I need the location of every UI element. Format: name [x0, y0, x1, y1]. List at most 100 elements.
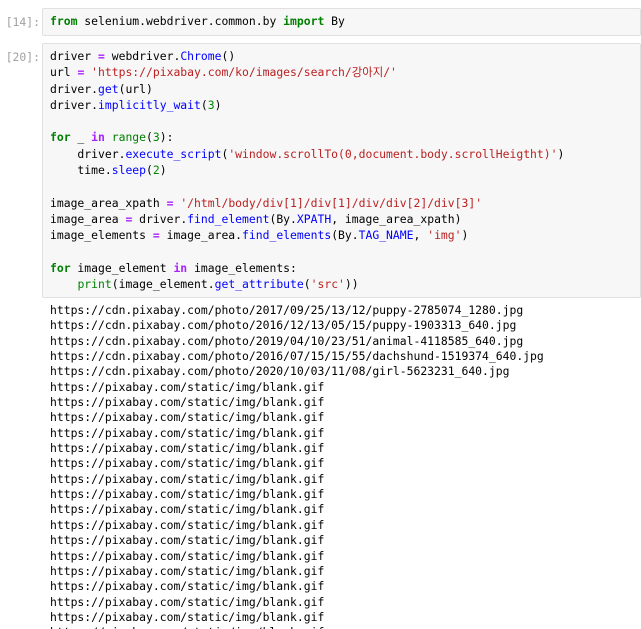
- code-editor[interactable]: driver = webdriver.Chrome() url = 'https:…: [50, 48, 640, 292]
- output-line: https://pixabay.com/static/img/blank.gif: [50, 425, 325, 440]
- code-token: , image_area_xpath): [331, 211, 462, 226]
- code-line: driver.get(url): [50, 81, 640, 97]
- code-token: image_elements: [50, 228, 153, 243]
- code-token: image_elements:: [187, 260, 297, 275]
- cell-prompt: [20]:: [5, 50, 40, 64]
- code-input[interactable]: from selenium.webdriver.common.by import…: [42, 8, 641, 36]
- code-token: .: [91, 81, 99, 96]
- code-token: image_area_xpath: [50, 195, 167, 210]
- code-token: (By: [269, 211, 291, 226]
- output-line: https://cdn.pixabay.com/photo/2016/12/13…: [50, 318, 517, 333]
- code-token: .: [104, 163, 112, 178]
- code-line: time.sleep(2): [50, 162, 640, 178]
- code-token: 'https://pixabay.com/ko/images/search/강아…: [91, 65, 397, 80]
- code-line: driver.execute_script('window.scrollTo(0…: [50, 146, 640, 162]
- code-token: import: [283, 14, 325, 28]
- code-token: driver: [50, 97, 92, 112]
- code-token: ):: [159, 130, 174, 145]
- code-line: image_elements = image_area.find_element…: [50, 227, 640, 243]
- code-token: ): [159, 163, 167, 178]
- code-line: driver.implicitly_wait(3): [50, 97, 640, 113]
- code-token: image_area: [159, 228, 236, 243]
- code-token: in: [173, 260, 188, 275]
- code-token: driver: [50, 146, 119, 161]
- code-token: sleep: [111, 163, 147, 178]
- code-line: print(image_element.get_attribute('src')…: [50, 276, 640, 292]
- output-line: https://pixabay.com/static/img/blank.gif: [50, 395, 325, 410]
- output-line: https://cdn.pixabay.com/photo/2019/04/10…: [50, 333, 524, 348]
- code-token: (url): [118, 81, 153, 96]
- code-token: driver: [132, 211, 181, 226]
- code-token: 3: [152, 130, 160, 145]
- code-line: url = 'https://pixabay.com/ko/images/sea…: [50, 64, 640, 80]
- code-editor[interactable]: from selenium.webdriver.common.by import…: [50, 13, 640, 29]
- code-token: '/html/body/div[1]/div[1]/div/div[2]/div…: [180, 195, 483, 210]
- output-line: https://pixabay.com/static/img/blank.gif: [50, 594, 325, 609]
- code-token: url: [50, 65, 78, 80]
- code-token: (: [303, 277, 311, 292]
- code-token: 3: [207, 97, 215, 112]
- output-line: https://pixabay.com/static/img/blank.gif: [50, 502, 325, 517]
- code-token: webdriver: [104, 49, 174, 63]
- code-token: (image_element: [111, 277, 208, 292]
- code-line: image_area = driver.find_element(By.XPAT…: [50, 211, 640, 227]
- output-line: https://cdn.pixabay.com/photo/2020/10/03…: [50, 364, 510, 379]
- cell-output: https://cdn.pixabay.com/photo/2017/09/25…: [50, 303, 641, 629]
- code-token: get: [98, 81, 119, 96]
- output-line: https://pixabay.com/static/img/blank.gif: [50, 456, 325, 471]
- output-line: https://pixabay.com/static/img/blank.gif: [50, 609, 325, 624]
- code-token: =: [98, 49, 105, 63]
- output-line: https://pixabay.com/static/img/blank.gif: [50, 563, 325, 578]
- code-token: find_elements: [242, 228, 332, 243]
- code-token: get_attribute: [214, 277, 304, 292]
- code-token: (): [221, 49, 236, 63]
- code-token: .: [91, 97, 99, 112]
- code-token: By: [324, 14, 345, 28]
- cell-prompt: [14]:: [5, 15, 40, 29]
- code-line: image_area_xpath = '/html/body/div[1]/di…: [50, 195, 640, 211]
- code-token: 'src': [310, 277, 345, 292]
- code-token: .: [235, 228, 243, 243]
- code-token: from: [50, 14, 78, 28]
- code-token: for: [50, 260, 71, 275]
- code-token: image_element: [70, 260, 174, 275]
- code-token: driver: [50, 81, 92, 96]
- output-line: https://pixabay.com/static/img/blank.gif: [50, 625, 641, 629]
- output-line: https://pixabay.com/static/img/blank.gif: [50, 441, 325, 456]
- code-token: (: [200, 97, 208, 112]
- output-line: https://pixabay.com/static/img/blank.gif: [50, 517, 325, 532]
- output-line: https://pixabay.com/static/img/blank.gif: [50, 487, 325, 502]
- code-token: execute_script: [125, 146, 222, 161]
- output-line: https://pixabay.com/static/img/blank.gif: [50, 579, 325, 594]
- code-token: 'window.scrollTo(0,document.body.scrollH…: [228, 146, 558, 161]
- code-token: 'img': [427, 228, 462, 243]
- code-token: time: [50, 163, 105, 178]
- code-token: .: [207, 277, 215, 292]
- code-token: range: [111, 130, 147, 145]
- code-token: ,: [413, 228, 428, 243]
- code-token: find_element: [187, 211, 270, 226]
- code-token: implicitly_wait: [98, 97, 201, 112]
- code-token: ): [557, 146, 565, 161]
- code-line: from selenium.webdriver.common.by import…: [50, 13, 640, 29]
- code-token: TAG_NAME: [358, 228, 414, 243]
- code-token: .: [290, 211, 297, 226]
- code-token: =: [152, 228, 160, 243]
- code-token: Chrome: [180, 49, 222, 63]
- code-input[interactable]: driver = webdriver.Chrome() url = 'https:…: [42, 43, 641, 298]
- output-line: https://pixabay.com/static/img/blank.gif: [50, 410, 325, 425]
- code-token: ): [461, 228, 469, 243]
- code-token: print: [77, 277, 112, 292]
- output-line: https://pixabay.com/static/img/blank.gif: [50, 548, 325, 563]
- code-line: driver = webdriver.Chrome(): [50, 48, 640, 64]
- output-line: https://cdn.pixabay.com/photo/2016/07/15…: [50, 349, 544, 364]
- code-token: for: [50, 130, 71, 145]
- code-token: ): [214, 97, 222, 112]
- code-token: (: [146, 163, 153, 178]
- code-token: in: [91, 130, 105, 145]
